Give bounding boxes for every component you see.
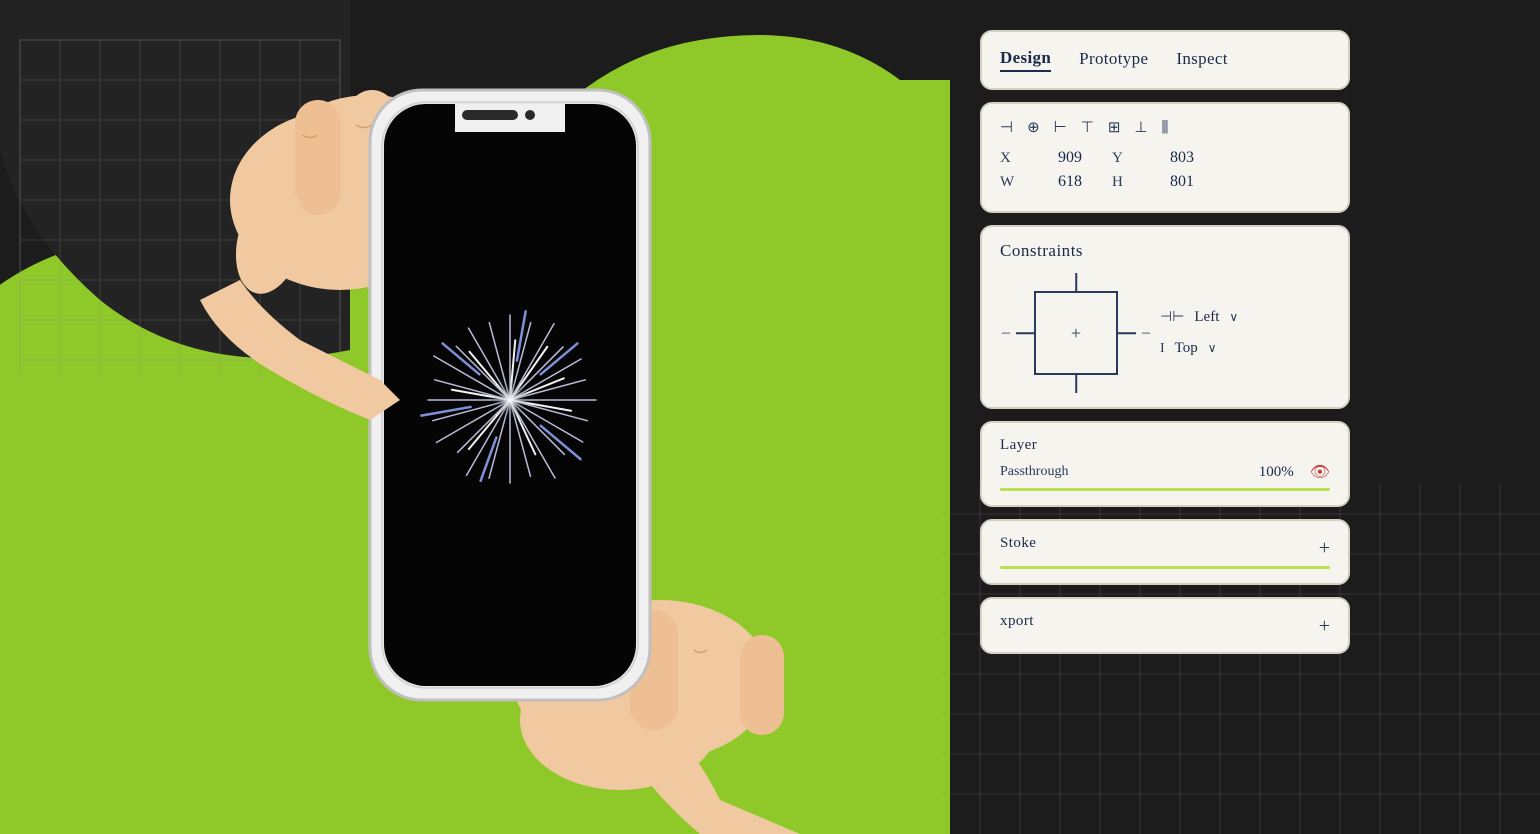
- layer-row: Passthrough 100% 👁: [1000, 462, 1330, 482]
- constraints-title: Constraints: [1000, 241, 1330, 261]
- tab-inspect[interactable]: Inspect: [1176, 49, 1227, 71]
- vertical-constraint-icon: I: [1160, 341, 1165, 357]
- tabs-row: Design Prototype Inspect: [1000, 46, 1330, 74]
- h-label: H: [1112, 174, 1140, 191]
- stroke-row: Stoke +: [1000, 535, 1330, 560]
- x-value[interactable]: 909: [1036, 149, 1104, 167]
- align-left-icon[interactable]: ⊣: [1000, 118, 1013, 137]
- horizontal-constraint-label[interactable]: Left: [1194, 309, 1219, 326]
- align-center-h-icon[interactable]: ⊕: [1027, 118, 1040, 137]
- properties-card: ⊣ ⊕ ⊢ ⊤ ⊞ ⊥ ⫼ X 909 Y 803 W 618 H 801: [980, 102, 1350, 213]
- y-value[interactable]: 803: [1148, 149, 1216, 167]
- w-label: W: [1000, 174, 1028, 191]
- stroke-title: Stoke: [1000, 535, 1036, 552]
- layer-title: Layer: [1000, 437, 1330, 454]
- export-card: xport +: [980, 597, 1350, 654]
- vertical-constraint-label[interactable]: Top: [1175, 340, 1198, 357]
- tabs-card: Design Prototype Inspect: [980, 30, 1350, 90]
- align-right-icon[interactable]: ⊢: [1054, 118, 1067, 137]
- export-row: xport +: [1000, 613, 1330, 638]
- alignment-row: ⊣ ⊕ ⊢ ⊤ ⊞ ⊥ ⫼: [1000, 118, 1330, 137]
- align-center-v-icon[interactable]: ⊞: [1108, 118, 1121, 137]
- constraints-card: Constraints – – + ⊣⊢ Lef: [980, 225, 1350, 409]
- vertical-constraint-row: I Top ∨: [1160, 340, 1238, 357]
- w-value[interactable]: 618: [1036, 173, 1104, 191]
- stroke-add-button[interactable]: +: [1319, 538, 1330, 558]
- horizontal-constraint-arrow[interactable]: ∨: [1229, 310, 1238, 325]
- sidebar-panel: Design Prototype Inspect ⊣ ⊕ ⊢ ⊤ ⊞ ⊥ ⫼ X…: [980, 30, 1350, 654]
- eye-icon[interactable]: 👁: [1310, 462, 1330, 482]
- y-label: Y: [1112, 150, 1140, 167]
- stroke-green-bar: [1000, 566, 1330, 569]
- illustration: [0, 0, 960, 834]
- horizontal-constraint-row: ⊣⊢ Left ∨: [1160, 309, 1238, 326]
- constraint-plus-sign: +: [1071, 323, 1081, 344]
- opacity-value[interactable]: 100%: [1259, 464, 1294, 481]
- xy-row: X 909 Y 803: [1000, 149, 1330, 167]
- align-top-icon[interactable]: ⊤: [1081, 118, 1094, 137]
- constraint-diagram: – – +: [1016, 273, 1136, 393]
- constraint-inner-box: +: [1034, 291, 1118, 375]
- layer-card: Layer Passthrough 100% 👁: [980, 421, 1350, 507]
- constraints-body: – – + ⊣⊢ Left ∨ I Top ∨: [1000, 273, 1330, 393]
- constraint-options: ⊣⊢ Left ∨ I Top ∨: [1160, 309, 1238, 357]
- tab-design[interactable]: Design: [1000, 48, 1051, 72]
- layer-green-bar: [1000, 488, 1330, 491]
- horizontal-constraint-icon: ⊣⊢: [1160, 309, 1184, 326]
- h-value[interactable]: 801: [1148, 173, 1216, 191]
- x-label: X: [1000, 150, 1028, 167]
- blend-mode-label[interactable]: Passthrough: [1000, 464, 1243, 480]
- vertical-constraint-arrow[interactable]: ∨: [1208, 341, 1217, 356]
- distribute-h-icon[interactable]: ⫼: [1161, 119, 1168, 137]
- export-title: xport: [1000, 613, 1034, 630]
- stroke-card: Stoke +: [980, 519, 1350, 585]
- align-bottom-icon[interactable]: ⊥: [1134, 118, 1147, 137]
- wh-row: W 618 H 801: [1000, 173, 1330, 191]
- tab-prototype[interactable]: Prototype: [1079, 49, 1148, 71]
- export-add-button[interactable]: +: [1319, 616, 1330, 636]
